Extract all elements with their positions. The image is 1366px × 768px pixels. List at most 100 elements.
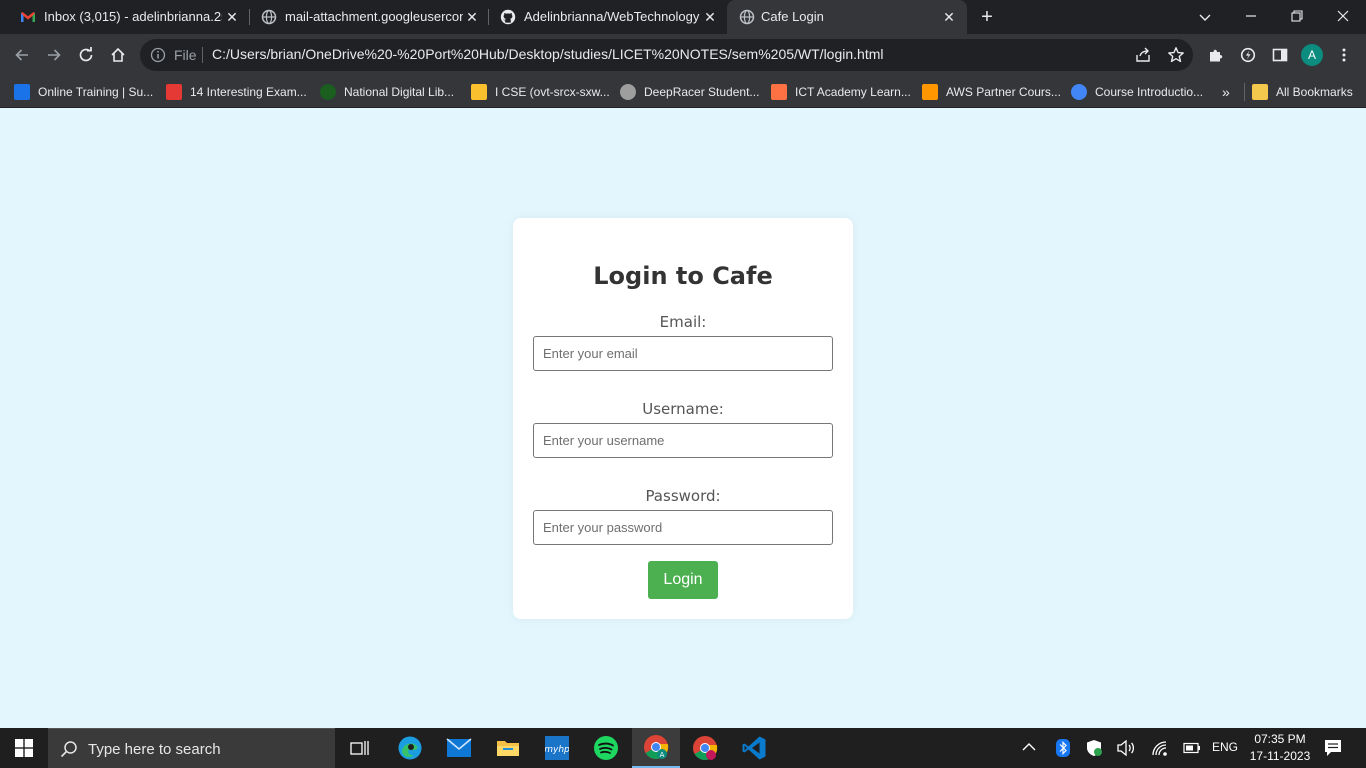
share-icon[interactable] <box>1134 46 1152 64</box>
browser-toolbar: File C:/Users/brian/OneDrive%20-%20Port%… <box>0 34 1366 76</box>
menu-button[interactable] <box>1332 43 1356 67</box>
tab-title: Inbox (3,015) - adelinbrianna.25@ <box>44 9 222 24</box>
bookmark-label: AWS Partner Cours... <box>946 85 1061 99</box>
taskbar-spotify[interactable] <box>582 728 630 768</box>
tab-title: Cafe Login <box>761 9 824 24</box>
email-field[interactable] <box>533 336 833 371</box>
vscode-icon <box>742 736 766 760</box>
close-tab-icon[interactable]: ✕ <box>941 9 957 25</box>
taskbar-chrome[interactable]: A <box>632 728 680 768</box>
bookmark-item[interactable]: DeepRacer Student... <box>620 83 759 101</box>
close-tab-icon[interactable]: ✕ <box>464 9 480 25</box>
taskbar-myhp[interactable]: myhp <box>533 728 581 768</box>
minimize-button[interactable] <box>1239 5 1263 29</box>
omnibox-divider <box>202 47 203 63</box>
performance-button[interactable] <box>1236 43 1260 67</box>
bookmark-favicon-icon <box>922 84 938 100</box>
chrome-icon: A <box>644 735 669 759</box>
mail-icon <box>446 738 472 757</box>
battery-icon[interactable] <box>1183 741 1201 755</box>
bookmarks-overflow-button[interactable]: » <box>1222 83 1230 101</box>
new-tab-button[interactable]: + <box>976 6 998 28</box>
taskbar-vscode[interactable] <box>730 728 778 768</box>
globe-icon <box>739 9 755 25</box>
page-viewport: Login to Cafe Email: Username: Password:… <box>0 108 1366 728</box>
extensions-button[interactable] <box>1204 43 1228 67</box>
close-tab-icon[interactable]: ✕ <box>224 9 240 25</box>
close-tab-icon[interactable]: ✕ <box>702 9 718 25</box>
taskbar-edge[interactable] <box>386 728 434 768</box>
side-panel-icon <box>1272 48 1288 62</box>
forward-button[interactable] <box>42 43 66 67</box>
all-bookmarks-button[interactable]: All Bookmarks <box>1252 83 1353 101</box>
clock-date: 17-11-2023 <box>1249 749 1311 763</box>
folder-icon <box>497 741 519 756</box>
bookmark-item[interactable]: AWS Partner Cours... <box>922 83 1061 101</box>
taskbar-chrome-profile[interactable] <box>681 728 729 768</box>
bookmark-item[interactable]: I CSE (ovt-srcx-sxw... <box>471 83 610 101</box>
windows-logo-icon <box>15 739 33 757</box>
bluetooth-icon[interactable] <box>1056 739 1070 757</box>
github-icon <box>500 9 516 25</box>
url-text[interactable]: C:/Users/brian/OneDrive%20-%20Port%20Hub… <box>212 46 884 62</box>
tab-mail-attachment[interactable]: mail-attachment.googleusercontent ✕ <box>249 0 489 34</box>
taskbar-mail[interactable] <box>435 728 483 768</box>
taskbar-file-explorer[interactable] <box>484 728 532 768</box>
taskbar-search[interactable]: Type here to search <box>48 728 335 768</box>
login-button[interactable]: Login <box>648 561 718 599</box>
edge-icon <box>398 736 422 760</box>
home-button[interactable] <box>106 43 130 67</box>
bookmark-favicon-icon <box>620 84 636 100</box>
profile-avatar[interactable]: A <box>1301 44 1323 66</box>
bookmark-label: DeepRacer Student... <box>644 85 760 99</box>
security-shield-icon[interactable] <box>1086 739 1102 757</box>
username-field[interactable] <box>533 423 833 458</box>
bookmark-star-icon[interactable] <box>1167 46 1185 64</box>
tab-title: mail-attachment.googleusercontent <box>285 9 463 24</box>
back-button[interactable] <box>10 43 34 67</box>
side-panel-button[interactable] <box>1268 43 1292 67</box>
task-view-icon <box>350 741 369 755</box>
bookmark-item[interactable]: National Digital Lib... <box>320 83 454 101</box>
spotify-icon <box>594 736 618 760</box>
bookmark-favicon-icon <box>771 84 787 100</box>
search-placeholder: Type here to search <box>88 741 221 758</box>
bookmark-label: 14 Interesting Exam... <box>190 85 307 99</box>
network-icon[interactable] <box>1151 740 1169 756</box>
folder-icon <box>1252 84 1268 100</box>
notification-center-icon[interactable] <box>1324 739 1342 757</box>
tab-strip: Inbox (3,015) - adelinbrianna.25@ ✕ mail… <box>0 0 1366 34</box>
password-field[interactable] <box>533 510 833 545</box>
clock-time: 07:35 PM <box>1254 732 1306 746</box>
login-card: Login to Cafe Email: Username: Password:… <box>513 218 853 619</box>
info-icon[interactable] <box>150 47 166 63</box>
tab-github[interactable]: Adelinbrianna/WebTechnology ✕ <box>488 0 728 34</box>
task-view-button[interactable] <box>336 728 384 768</box>
system-clock[interactable]: 07:35 PM 17-11-2023 <box>1240 731 1320 765</box>
bookmark-item[interactable]: 14 Interesting Exam... <box>166 83 307 101</box>
bookmark-item[interactable]: ICT Academy Learn... <box>771 83 911 101</box>
all-bookmarks-label: All Bookmarks <box>1276 85 1353 99</box>
bookmark-label: ICT Academy Learn... <box>795 85 911 99</box>
tab-gmail[interactable]: Inbox (3,015) - adelinbrianna.25@ ✕ <box>8 0 248 34</box>
bookmark-item[interactable]: Course Introductio... <box>1071 83 1203 101</box>
myhp-icon: myhp <box>545 736 569 760</box>
show-hidden-icons-chevron-icon[interactable] <box>1022 742 1036 752</box>
bookmark-label: I CSE (ovt-srcx-sxw... <box>495 85 610 99</box>
reload-button[interactable] <box>74 43 98 67</box>
bookmark-label: Course Introductio... <box>1095 85 1204 99</box>
tab-search-chevron-icon[interactable] <box>1193 5 1217 29</box>
bookmarks-divider <box>1244 83 1245 101</box>
bookmark-favicon-icon <box>1071 84 1087 100</box>
language-indicator[interactable]: ENG <box>1212 740 1238 754</box>
bookmark-item[interactable]: Online Training | Su... <box>14 83 153 101</box>
tab-cafe-login[interactable]: Cafe Login ✕ <box>727 0 967 34</box>
address-bar[interactable]: File C:/Users/brian/OneDrive%20-%20Port%… <box>140 39 1193 71</box>
volume-icon[interactable] <box>1117 740 1135 756</box>
close-window-button[interactable] <box>1331 5 1355 29</box>
chrome-icon <box>693 736 718 760</box>
start-button[interactable] <box>0 728 48 768</box>
bookmark-favicon-icon <box>320 84 336 100</box>
puzzle-icon <box>1210 49 1223 62</box>
restore-button[interactable] <box>1285 5 1309 29</box>
